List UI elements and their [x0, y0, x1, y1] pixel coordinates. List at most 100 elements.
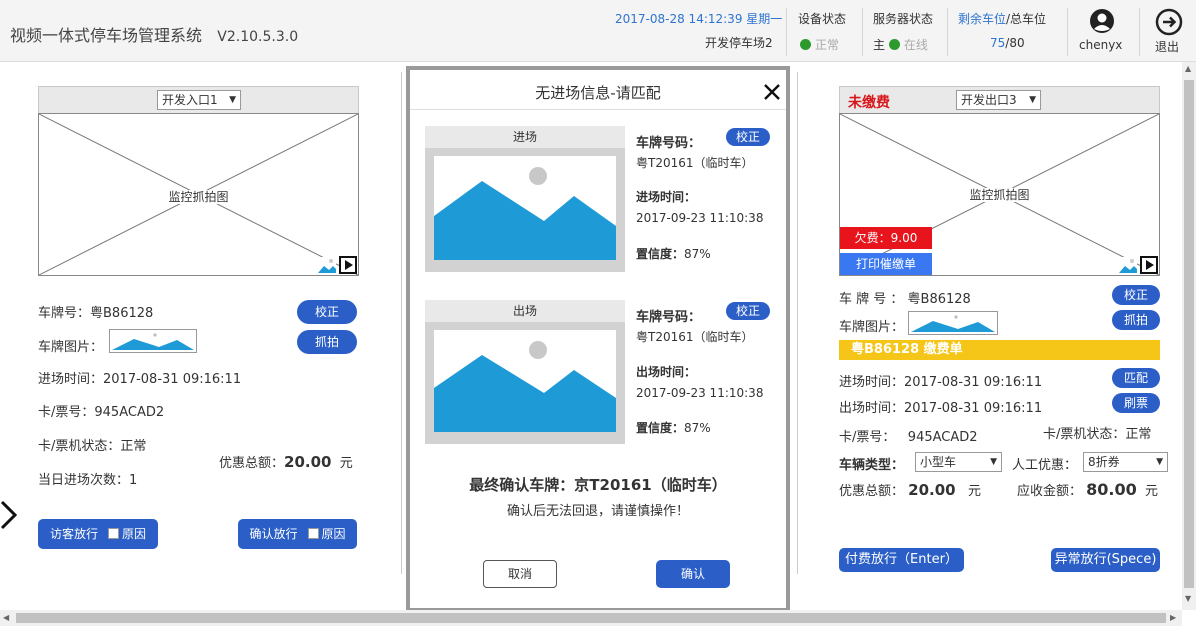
owed-amount: 欠费：9.00: [840, 227, 932, 249]
server-status: 主 在线: [873, 38, 928, 52]
swipe-ticket-button[interactable]: 刷票: [1112, 393, 1160, 413]
entry-header: 进场: [425, 126, 625, 148]
scrollbar-thumb[interactable]: [1184, 80, 1194, 588]
unpaid-label: 未缴费: [848, 95, 890, 111]
entrance-select[interactable]: 开发入口1 ▼: [157, 90, 241, 110]
dropdown-arrow-icon: ▼: [1156, 457, 1163, 467]
horizontal-scrollbar[interactable]: ◀ ▶: [0, 610, 1182, 626]
plate-number: 车 牌 号 ： 粤B86128: [839, 292, 971, 307]
cancel-button[interactable]: 取消: [483, 560, 557, 588]
dropdown-arrow-icon: ▼: [1029, 95, 1036, 105]
server-status-label: 服务器状态: [873, 12, 934, 26]
parking-spaces-value: 75/80: [990, 36, 1025, 50]
device-status: 正常: [800, 36, 839, 53]
logout-icon: [1155, 8, 1183, 36]
user-icon: [1090, 9, 1114, 33]
vehicle-type-label: 车辆类型：: [839, 458, 905, 473]
discount-total: 优惠总额： 20.00 元: [839, 481, 982, 499]
vertical-scrollbar[interactable]: ▲ ▼: [1182, 62, 1196, 610]
bill-banner: 粤B86128 缴费单: [839, 340, 1160, 360]
logout-button[interactable]: 退出: [1150, 6, 1190, 56]
exit-panel: 未缴费 开发出口3 ▼ 监控抓拍图 欠费：9.00 打印催缴单 车 牌 号 ： 粤…: [798, 62, 1182, 610]
device-status-label: 设备状态: [798, 12, 847, 26]
abnormal-release-button[interactable]: 异常放行(Spece): [1051, 548, 1160, 572]
print-reminder-button[interactable]: 打印催缴单: [840, 253, 932, 275]
card-machine-status: 卡/票机状态：正常: [1043, 427, 1152, 442]
reason-checkbox[interactable]: [108, 528, 119, 539]
capture-button[interactable]: 抓拍: [297, 330, 357, 354]
status-dot-icon: [888, 39, 900, 50]
card-machine-status: 卡/票机状态：正常: [38, 439, 147, 454]
entry-plate-label: 车牌号码：: [636, 136, 702, 151]
manual-discount-label: 人工优惠：: [1012, 458, 1078, 473]
entry-confidence: 置信度：87%: [636, 247, 711, 261]
image-icon: [434, 330, 616, 432]
confirm-release-button[interactable]: 确认放行 原因: [238, 519, 357, 549]
daily-entry-count: 当日进场次数：1: [38, 473, 138, 488]
dropdown-arrow-icon: ▼: [229, 95, 236, 105]
user-menu[interactable]: chenyx: [1079, 6, 1125, 56]
warning-text: 确认后无法回退，请谨慎操作！: [506, 504, 689, 519]
image-icon: [434, 156, 616, 260]
plate-image-label: 车牌图片：: [839, 320, 905, 335]
exit-camera-view: 监控抓拍图 欠费：9.00 打印催缴单: [839, 113, 1160, 276]
visitor-release-button[interactable]: 访客放行 原因: [38, 519, 158, 549]
match-button[interactable]: 匹配: [1112, 368, 1160, 388]
dropdown-arrow-icon: ▼: [990, 457, 997, 467]
exit-time-label: 出场时间：: [636, 365, 697, 379]
exit-time: 出场时间：2017-08-31 09:16:11: [839, 401, 1043, 416]
status-dot-icon: [800, 39, 811, 50]
play-icon[interactable]: [339, 256, 357, 274]
exit-header: 出场: [425, 300, 625, 322]
entrance-panel: 开发入口1 ▼ 监控抓拍图 车牌号：粤B86128 校正 车牌图片： 抓拍 进场时…: [0, 62, 402, 610]
image-icon[interactable]: [318, 257, 336, 273]
capture-button[interactable]: 抓拍: [1112, 310, 1160, 330]
top-bar: 视频一体式停车场管理系统 V2.10.5.3.0 2017-08-28 14:1…: [0, 0, 1196, 62]
scrollbar-thumb[interactable]: [16, 613, 1166, 623]
entry-plate-value: 粤T20161（临时车）: [636, 156, 754, 170]
card-number: 卡/票号：945ACAD2: [38, 405, 165, 420]
exit-confidence: 置信度：87%: [636, 421, 711, 435]
dialog-header: 无进场信息-请匹配: [410, 70, 786, 110]
match-dialog: 无进场信息-请匹配 进场 车牌号码： 校正 粤T20161（临时车） 进场时间：…: [406, 66, 790, 612]
dialog-title: 无进场信息-请匹配: [535, 84, 661, 102]
exit-correct-button[interactable]: 校正: [726, 302, 770, 320]
reason-checkbox[interactable]: [307, 528, 319, 539]
entry-correct-button[interactable]: 校正: [726, 128, 770, 146]
exit-select[interactable]: 开发出口3 ▼: [956, 90, 1041, 110]
exit-snapshot: 出场: [425, 300, 625, 444]
chevron-right-icon[interactable]: [0, 500, 18, 530]
manual-discount-select[interactable]: 8折券 ▼: [1083, 452, 1168, 472]
plate-image-label: 车牌图片：: [38, 340, 104, 355]
plate-image: [109, 329, 197, 353]
image-icon[interactable]: [1119, 257, 1137, 273]
parking-spaces-label: 剩余车位/总车位: [958, 12, 1047, 26]
correct-button[interactable]: 校正: [297, 300, 357, 324]
amount-receivable: 应收金额： 80.00 元: [1017, 480, 1159, 499]
entry-time-label: 进场时间：: [636, 190, 697, 204]
scroll-up-icon[interactable]: ▲: [1185, 64, 1191, 73]
pay-release-button[interactable]: 付费放行（Enter）: [839, 548, 964, 572]
play-icon[interactable]: [1140, 256, 1158, 274]
vehicle-type-select[interactable]: 小型车 ▼: [915, 452, 1002, 472]
entry-time: 进场时间：2017-08-31 09:16:11: [839, 375, 1043, 390]
scroll-right-icon[interactable]: ▶: [1170, 613, 1176, 622]
scroll-down-icon[interactable]: ▼: [1185, 594, 1191, 603]
entrance-camera-view: 监控抓拍图: [38, 113, 359, 276]
site-name: 开发停车场2: [705, 36, 773, 50]
exit-time-value: 2017-09-23 11:10:38: [636, 386, 764, 400]
scroll-left-icon[interactable]: ◀: [3, 613, 9, 622]
entry-time-value: 2017-09-23 11:10:38: [636, 211, 764, 225]
entry-snapshot: 进场: [425, 126, 625, 272]
exit-plate-label: 车牌号码：: [636, 310, 702, 325]
username: chenyx: [1079, 38, 1123, 52]
app-title: 视频一体式停车场管理系统 V2.10.5.3.0: [10, 26, 299, 45]
close-icon[interactable]: [764, 84, 780, 100]
datetime: 2017-08-28 14:12:39 星期一: [615, 12, 783, 26]
discount-total: 优惠总额：20.00 元: [219, 453, 353, 471]
correct-button[interactable]: 校正: [1112, 285, 1160, 305]
final-plate: 最终确认车牌：京T20161（临时车）: [469, 476, 727, 494]
plate-number: 车牌号：粤B86128: [38, 306, 154, 321]
confirm-button[interactable]: 确认: [656, 560, 730, 588]
plate-image: [908, 311, 998, 335]
